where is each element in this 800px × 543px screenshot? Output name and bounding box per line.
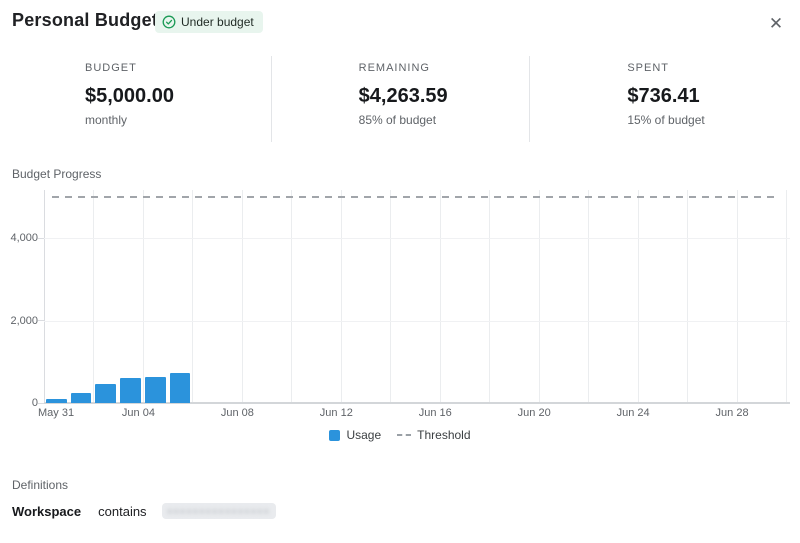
stat-spent: SPENT $736.41 15% of budget: [529, 56, 788, 142]
x-tick-label: Jun 28: [716, 407, 749, 419]
legend-item-threshold: Threshold: [397, 428, 470, 442]
header: Personal Budget Under budget ✕: [0, 0, 800, 44]
threshold-dash-icon: [397, 434, 411, 436]
legend-threshold-label: Threshold: [417, 428, 470, 442]
x-tick-label: May 31: [38, 407, 74, 419]
vertical-gridline: [588, 190, 589, 403]
vertical-gridline: [341, 190, 342, 403]
vertical-gridline: [192, 190, 193, 403]
status-badge-label: Under budget: [181, 15, 254, 29]
usage-bar: [120, 378, 141, 403]
vertical-gridline: [242, 190, 243, 403]
stat-budget-label: BUDGET: [85, 62, 271, 74]
check-circle-icon: [162, 15, 176, 29]
vertical-gridline: [638, 190, 639, 403]
usage-swatch-icon: [329, 430, 340, 441]
threshold-line: [52, 196, 778, 198]
vertical-gridline: [737, 190, 738, 403]
y-axis-line: [44, 190, 45, 403]
vertical-gridline: [489, 190, 490, 403]
chart-section-title: Budget Progress: [12, 167, 101, 181]
x-tick-label: Jun 24: [617, 407, 650, 419]
close-icon: ✕: [769, 14, 783, 34]
usage-bar: [71, 393, 92, 403]
y-tick-mark: [38, 238, 44, 239]
redacted-value: ●●●●●●●●●●●●●●●●: [167, 506, 270, 516]
legend-usage-label: Usage: [346, 428, 381, 442]
horizontal-gridline: [44, 321, 790, 322]
stat-budget-value: $5,000.00: [85, 85, 271, 108]
stat-remaining-label: REMAINING: [359, 62, 530, 74]
usage-bar: [46, 399, 67, 403]
close-button[interactable]: ✕: [762, 10, 790, 38]
y-tick-mark: [38, 403, 44, 404]
vertical-gridline: [93, 190, 94, 403]
x-tick-label: Jun 08: [221, 407, 254, 419]
x-tick-label: Jun 12: [320, 407, 353, 419]
chart-plot-area: 02,0004,000: [44, 190, 786, 403]
vertical-gridline: [143, 190, 144, 403]
vertical-gridline: [440, 190, 441, 403]
vertical-gridline: [687, 190, 688, 403]
status-badge: Under budget: [155, 11, 263, 33]
stat-remaining: REMAINING $4,263.59 85% of budget: [271, 56, 530, 142]
stat-remaining-sub: 85% of budget: [359, 113, 530, 127]
vertical-gridline: [539, 190, 540, 403]
y-tick-label: 0: [0, 397, 38, 409]
usage-bar: [170, 373, 191, 403]
stat-spent-value: $736.41: [627, 85, 788, 108]
stat-budget: BUDGET $5,000.00 monthly: [12, 56, 271, 142]
page-title: Personal Budget: [12, 10, 158, 31]
stat-remaining-value: $4,263.59: [359, 85, 530, 108]
stats-row: BUDGET $5,000.00 monthly REMAINING $4,26…: [12, 56, 788, 142]
x-tick-label: Jun 16: [419, 407, 452, 419]
vertical-gridline: [390, 190, 391, 403]
definition-row: Workspace contains ●●●●●●●●●●●●●●●●: [12, 501, 276, 521]
chart-legend: Usage Threshold: [0, 428, 800, 442]
budget-progress-chart: 02,0004,000 May 31Jun 04Jun 08Jun 12Jun …: [0, 185, 800, 460]
definitions-title: Definitions: [12, 478, 68, 492]
redacted-value-pill: ●●●●●●●●●●●●●●●●: [162, 503, 276, 519]
y-tick-label: 4,000: [0, 232, 38, 244]
definition-field: Workspace: [12, 504, 81, 519]
vertical-gridline: [291, 190, 292, 403]
y-tick-label: 2,000: [0, 315, 38, 327]
stat-budget-sub: monthly: [85, 113, 271, 127]
usage-bar: [95, 384, 116, 403]
usage-bar: [145, 377, 166, 403]
stat-spent-sub: 15% of budget: [627, 113, 788, 127]
definition-operator: contains: [98, 504, 146, 519]
legend-item-usage: Usage: [329, 428, 381, 442]
vertical-gridline: [786, 190, 787, 403]
x-tick-label: Jun 04: [122, 407, 155, 419]
x-tick-label: Jun 20: [518, 407, 551, 419]
horizontal-gridline: [44, 238, 790, 239]
y-tick-mark: [38, 320, 44, 321]
stat-spent-label: SPENT: [627, 62, 788, 74]
